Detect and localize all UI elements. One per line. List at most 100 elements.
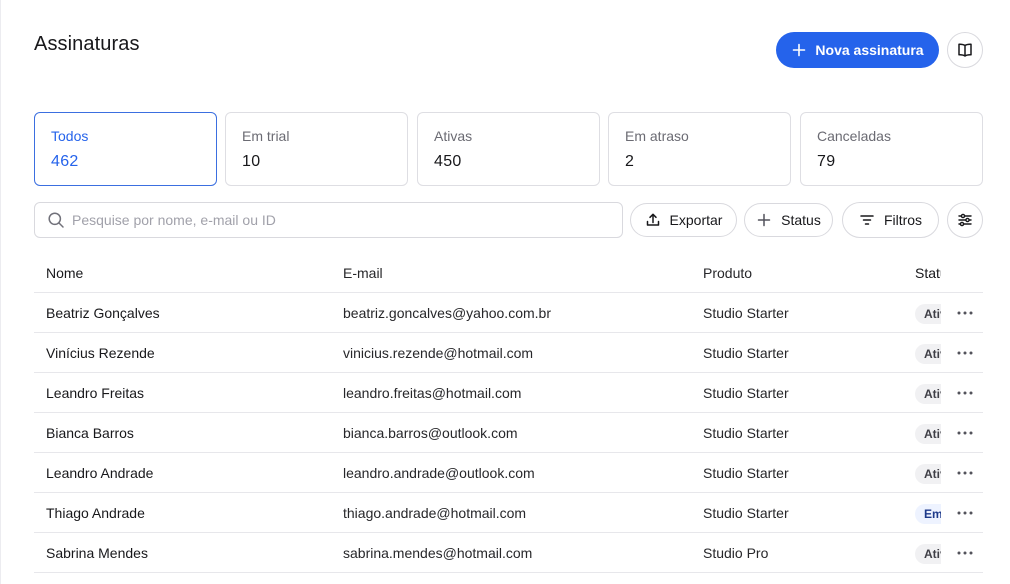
table-row[interactable]: Leandro Andrade leandro.andrade@outlook.…: [34, 453, 983, 493]
cell-status: Ativa: [915, 413, 941, 453]
status-tabs: Todos 462 Em trial 10 Ativas 450 Em atra…: [34, 112, 983, 186]
cell-email: sabrina.mendes@hotmail.com: [343, 545, 533, 561]
filter-lines-icon: [860, 215, 874, 225]
tab-label: Canceladas: [817, 128, 891, 144]
new-subscription-button[interactable]: Nova assinatura: [776, 32, 939, 68]
cell-product: Studio Starter: [703, 425, 789, 441]
table-row[interactable]: Vinícius Rezende vinicius.rezende@hotmai…: [34, 333, 983, 373]
tab-count: 79: [817, 153, 836, 170]
more-horizontal-icon: [957, 391, 973, 395]
tab-em-atraso[interactable]: Em atraso 2: [608, 112, 791, 186]
tab-ativas[interactable]: Ativas 450: [417, 112, 600, 186]
more-horizontal-icon: [957, 511, 973, 515]
tab-count: 462: [51, 153, 79, 170]
table-row[interactable]: Bianca Barros bianca.barros@outlook.com …: [34, 413, 983, 453]
column-header-status[interactable]: Status: [915, 253, 941, 293]
status-label: Status: [781, 212, 821, 228]
more-horizontal-icon: [957, 471, 973, 475]
status-badge: Ativa: [915, 384, 941, 404]
upload-icon: [646, 213, 659, 226]
cell-status: Em trial: [915, 493, 941, 533]
row-menu-button[interactable]: [952, 464, 978, 482]
tab-count: 2: [625, 153, 635, 170]
cell-product: Studio Starter: [703, 305, 789, 321]
status-badge: Ativa: [915, 344, 941, 364]
more-horizontal-icon: [957, 551, 973, 555]
subscriptions-table: Nome E-mail Produto Status Beatriz Gonça…: [34, 253, 983, 573]
cell-status: Ativa: [915, 533, 941, 573]
tab-todos[interactable]: Todos 462: [34, 112, 217, 186]
cell-email: beatriz.goncalves@yahoo.com.br: [343, 305, 551, 321]
filters-button[interactable]: Filtros: [842, 202, 939, 238]
status-badge: Ativa: [915, 464, 941, 484]
tab-canceladas[interactable]: Canceladas 79: [800, 112, 983, 186]
tab-label: Em trial: [242, 128, 290, 144]
row-menu-button[interactable]: [952, 384, 978, 402]
cell-status: Ativa: [915, 453, 941, 493]
plus-icon: [757, 213, 771, 227]
table-header: Nome E-mail Produto Status: [34, 253, 983, 293]
status-badge: Ativa: [915, 424, 941, 444]
row-menu-button[interactable]: [952, 344, 978, 362]
more-horizontal-icon: [957, 311, 973, 315]
row-menu-button[interactable]: [952, 504, 978, 522]
status-badge: Ativa: [915, 544, 941, 564]
page-frame: Assinaturas Nova assinatura Todos 462 Em…: [0, 0, 1010, 584]
cell-name: Leandro Andrade: [46, 465, 154, 481]
cell-product: Studio Starter: [703, 385, 789, 401]
cell-email: vinicius.rezende@hotmail.com: [343, 345, 534, 361]
cell-name: Leandro Freitas: [46, 385, 145, 401]
more-horizontal-icon: [957, 351, 973, 355]
cell-product: Studio Starter: [703, 505, 789, 521]
cell-name: Bianca Barros: [46, 425, 134, 441]
column-header-email[interactable]: E-mail: [343, 253, 683, 293]
table-row[interactable]: Beatriz Gonçalves beatriz.goncalves@yaho…: [34, 293, 983, 333]
filters-label: Filtros: [883, 212, 923, 228]
cell-status: Ativa: [915, 293, 941, 333]
cell-product: Studio Pro: [703, 545, 769, 561]
tab-label: Em atraso: [625, 128, 689, 144]
table-row[interactable]: Thiago Andrade thiago.andrade@hotmail.co…: [34, 493, 983, 533]
search-input[interactable]: [72, 212, 572, 228]
book-button[interactable]: [947, 32, 983, 68]
status-badge: Em trial: [915, 504, 941, 524]
plus-icon: [793, 43, 806, 57]
sliders-icon: [958, 213, 972, 227]
new-subscription-label: Nova assinatura: [815, 42, 924, 58]
export-button[interactable]: Exportar: [630, 203, 737, 237]
cell-email: bianca.barros@outlook.com: [343, 425, 518, 441]
search-box: [34, 202, 623, 238]
tab-em-trial[interactable]: Em trial 10: [225, 112, 408, 186]
cell-email: leandro.andrade@outlook.com: [343, 465, 535, 481]
cell-name: Sabrina Mendes: [46, 545, 148, 561]
export-label: Exportar: [669, 212, 723, 228]
column-header-name[interactable]: Nome: [46, 253, 326, 293]
cell-status: Ativa: [915, 373, 941, 413]
cell-name: Vinícius Rezende: [46, 345, 155, 361]
tab-label: Todos: [51, 128, 89, 144]
row-menu-button[interactable]: [952, 304, 978, 322]
cell-name: Beatriz Gonçalves: [46, 305, 160, 321]
book-open-icon: [958, 43, 972, 57]
cell-status: Ativa: [915, 333, 941, 373]
row-menu-button[interactable]: [952, 424, 978, 442]
column-header-product[interactable]: Produto: [703, 253, 883, 293]
table-row[interactable]: Leandro Freitas leandro.freitas@hotmail.…: [34, 373, 983, 413]
cell-email: leandro.freitas@hotmail.com: [343, 385, 522, 401]
table-row[interactable]: Sabrina Mendes sabrina.mendes@hotmail.co…: [34, 533, 983, 573]
row-menu-button[interactable]: [952, 544, 978, 562]
page-title: Assinaturas: [34, 33, 140, 55]
cell-product: Studio Starter: [703, 345, 789, 361]
settings-button[interactable]: [947, 202, 983, 238]
cell-name: Thiago Andrade: [46, 505, 145, 521]
tab-count: 10: [242, 153, 261, 170]
cell-email: thiago.andrade@hotmail.com: [343, 505, 527, 521]
search-icon: [48, 212, 64, 228]
toolbar: Exportar Status Filtros: [34, 202, 983, 238]
tab-count: 450: [434, 153, 462, 170]
more-horizontal-icon: [957, 431, 973, 435]
status-badge: Ativa: [915, 304, 941, 324]
status-button[interactable]: Status: [744, 203, 833, 237]
cell-product: Studio Starter: [703, 465, 789, 481]
tab-label: Ativas: [434, 128, 473, 144]
